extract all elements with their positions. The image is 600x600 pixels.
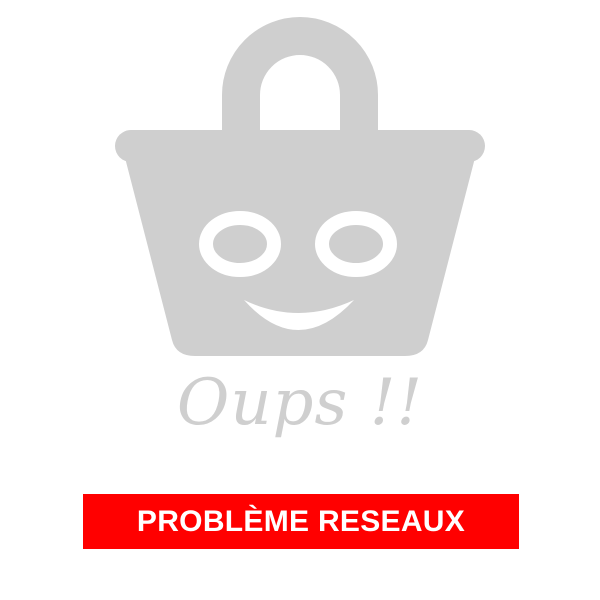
error-headline: Oups !! [176, 366, 424, 440]
network-error-screen: Oups !! PROBLÈME RESEAUX [0, 0, 600, 600]
smiling-shopping-basket-icon [115, 17, 485, 356]
error-message: PROBLÈME RESEAUX [136, 504, 466, 538]
error-banner: PROBLÈME RESEAUX [83, 494, 519, 549]
